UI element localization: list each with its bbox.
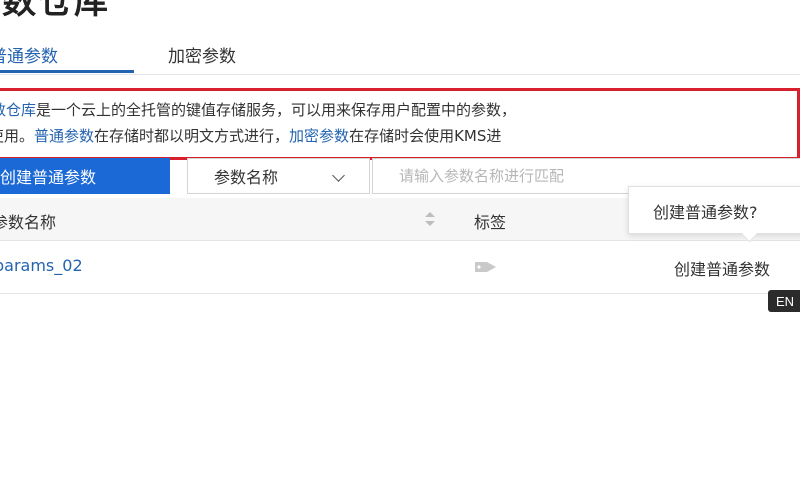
encrypted-params-link[interactable]: 加密参数 <box>289 127 349 145</box>
description-text-1: 是一个云上的全托管的键值存储服务，可以用来保存用户配置中的参数， <box>36 101 517 119</box>
tooltip-text: 创建普通参数? <box>653 203 758 222</box>
description-line-1: 数仓库是一个云上的全托管的键值存储服务，可以用来保存用户配置中的参数， <box>0 99 516 120</box>
tooltip: 创建普通参数? <box>628 186 800 234</box>
active-tab-indicator <box>0 70 134 73</box>
tab-encrypted-params[interactable]: 加密参数 <box>168 42 236 67</box>
page-title: 参数仓库 <box>0 0 110 22</box>
filter-field-value: 参数名称 <box>214 168 279 187</box>
tab-bar: 普通参数 加密参数 <box>0 34 800 75</box>
table-row: params_02 创建普通参数 <box>0 241 800 294</box>
param-store-link[interactable]: 数仓库 <box>0 101 36 119</box>
param-name-link[interactable]: params_02 <box>0 256 83 275</box>
ime-indicator: EN <box>768 290 800 312</box>
filter-field-select[interactable]: 参数名称 <box>187 158 370 194</box>
create-normal-param-action[interactable]: 创建普通参数 <box>674 256 770 280</box>
create-normal-param-button[interactable]: 创建普通参数 <box>0 158 170 194</box>
tag-icon[interactable] <box>473 259 499 275</box>
sort-icon[interactable] <box>424 211 436 227</box>
description-line-2: 吏用。普通参数在存储时都以明文方式进行，加密参数在存储时会使用KMS进 <box>0 125 501 146</box>
description-box: 数仓库是一个云上的全托管的键值存储服务，可以用来保存用户配置中的参数， 吏用。普… <box>0 88 800 160</box>
normal-params-link[interactable]: 普通参数 <box>34 127 94 145</box>
column-header-name: 参数名称 <box>0 213 57 232</box>
tab-normal-params[interactable]: 普通参数 <box>0 42 58 67</box>
description-suffix: 在存储时会使用KMS进 <box>349 127 502 145</box>
description-middle: 在存储时都以明文方式进行， <box>94 127 290 145</box>
description-prefix: 吏用。 <box>0 127 35 145</box>
column-header-tags: 标签 <box>474 213 507 232</box>
chevron-down-icon <box>332 169 345 182</box>
